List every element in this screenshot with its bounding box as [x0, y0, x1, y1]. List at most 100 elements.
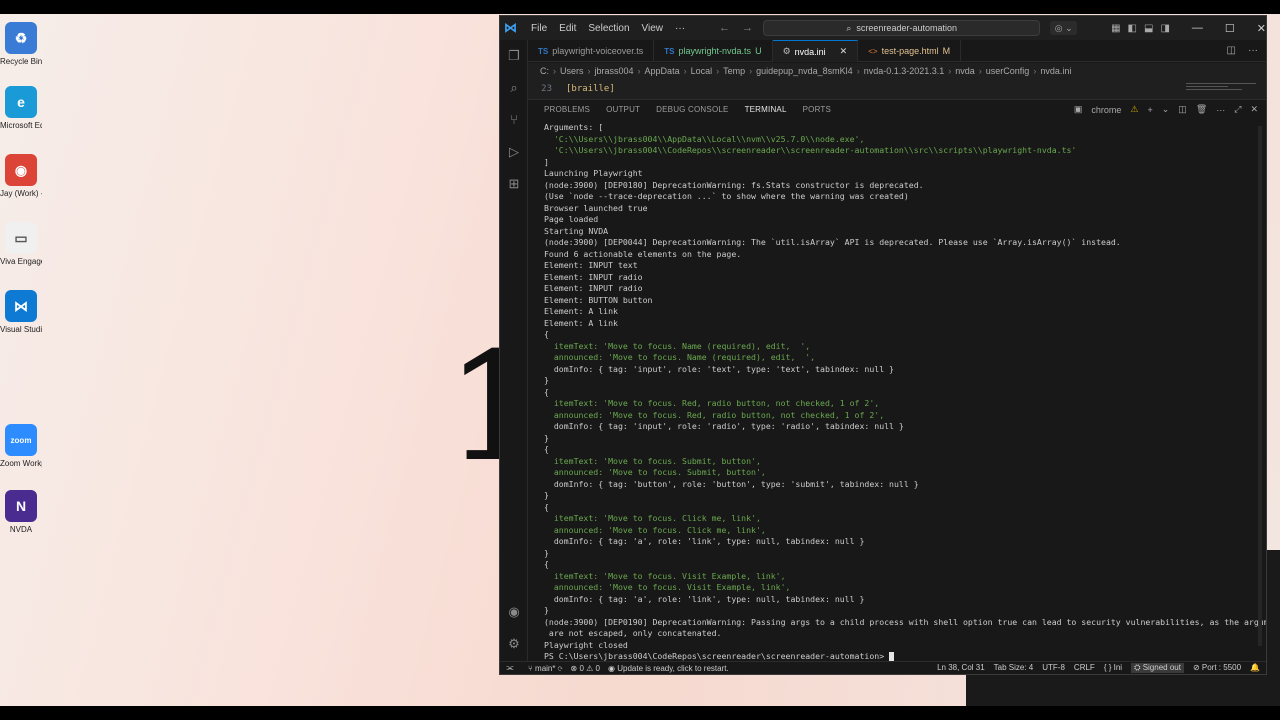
new-terminal-icon[interactable]: +	[1147, 105, 1152, 115]
breadcrumb-segment[interactable]: Temp	[723, 66, 745, 76]
breadcrumb-segment[interactable]: guidepup_nvda_8smKl4	[756, 66, 853, 76]
breadcrumb-separator-icon: ›	[553, 66, 556, 76]
tab-test-page[interactable]: <> test-page.html M	[858, 40, 962, 62]
split-editor-icon[interactable]: ◫	[1227, 45, 1236, 56]
desktop-icon-visual-studio-code[interactable]: ⋈ Visual Studio Code	[0, 290, 42, 334]
desktop-icon-microsoft-edge[interactable]: e Microsoft Edge	[0, 86, 42, 130]
manage-gear-icon[interactable]: ⚙	[506, 636, 522, 652]
layout-customize-icon[interactable]: ▦	[1111, 23, 1120, 34]
split-terminal-icon[interactable]: ◫	[1178, 104, 1187, 115]
desktop-icon-zoom[interactable]: zoom Zoom Workplace	[0, 424, 42, 468]
close-window-icon[interactable]: ✕	[1257, 22, 1266, 35]
branch-status[interactable]: ⑂ main* ⟳	[528, 664, 563, 673]
update-status[interactable]: ◉ Update is ready, click to restart.	[608, 664, 729, 673]
terminal-line: are not escaped, only concatenated.	[544, 628, 1266, 640]
maximize-icon[interactable]: ☐	[1225, 22, 1235, 35]
tab-debug-console[interactable]: DEBUG CONSOLE	[656, 100, 728, 120]
modified-badge: M	[942, 46, 951, 56]
back-arrow-icon[interactable]: ←	[719, 22, 730, 34]
encoding[interactable]: UTF-8	[1042, 663, 1065, 673]
minimize-icon[interactable]: —	[1192, 22, 1203, 35]
search-view-icon[interactable]: ⌕	[506, 80, 522, 96]
desktop-icon-viva-engage[interactable]: ▭ Viva Engage	[0, 222, 42, 266]
terminal-name[interactable]: chrome	[1091, 105, 1121, 115]
terminal-line: ]	[544, 157, 1266, 169]
terminal-scrollbar[interactable]	[1258, 126, 1262, 646]
menu-file[interactable]: File	[525, 23, 553, 34]
minimap[interactable]	[1186, 81, 1256, 95]
terminal-line-text: PS C:\Users\jbrass004\CodeRepos\screenre…	[544, 651, 890, 661]
vscode-window: ⋈ File Edit Selection View ··· ← → ⌕ scr…	[499, 15, 1267, 675]
copilot-icon[interactable]: ◎ ⌄	[1050, 21, 1078, 35]
account-status[interactable]: ⛭ Signed out	[1131, 663, 1184, 673]
maximize-panel-icon[interactable]: ⤢	[1234, 104, 1241, 115]
terminal-line: Launching Playwright	[544, 168, 1266, 180]
live-server-port[interactable]: ⊘ Port : 5500	[1193, 663, 1241, 673]
breadcrumb-separator-icon: ›	[716, 66, 720, 76]
command-center-search[interactable]: ⌕ screenreader-automation	[763, 20, 1041, 36]
problems-status[interactable]: ⊗ 0 ⚠ 0	[571, 664, 600, 673]
remote-icon[interactable]: ⫘	[500, 663, 520, 673]
terminal-output[interactable]: Arguments: [ 'C:\\Users\\jbrass004\\AppD…	[528, 119, 1266, 661]
toggle-panel-icon[interactable]: ⬓	[1144, 23, 1153, 34]
breadcrumb-segment[interactable]: AppData	[645, 66, 680, 76]
editor[interactable]: 23 [braille]	[528, 79, 1266, 99]
chevron-down-icon[interactable]: ⌄	[1162, 104, 1170, 115]
tab-label: test-page.html	[881, 46, 939, 56]
tab-size[interactable]: Tab Size: 4	[994, 663, 1034, 673]
close-panel-icon[interactable]: ✕	[1250, 104, 1258, 115]
breadcrumb-segment[interactable]: jbrass004	[595, 66, 634, 76]
toggle-secondary-sidebar-icon[interactable]: ◨	[1160, 23, 1169, 34]
letterbox-top	[0, 0, 1280, 14]
html-icon: <>	[868, 46, 878, 56]
terminal-line-text: announced: 'Move to focus. Name (require…	[544, 352, 816, 362]
terminal-line: itemText: 'Move to focus. Name (required…	[544, 341, 1266, 353]
tab-label: nvda.ini	[794, 46, 826, 57]
sync-icon[interactable]: ⟳	[558, 664, 563, 673]
viva-engage-icon: ▭	[5, 222, 37, 254]
explorer-icon[interactable]: ❐	[506, 48, 522, 64]
desktop-icon-nvda[interactable]: N NVDA	[0, 490, 42, 534]
search-text: screenreader-automation	[856, 23, 957, 33]
breadcrumb-segment[interactable]: nvda-0.1.3-2021.3.1	[864, 66, 945, 76]
more-actions-icon[interactable]: ···	[1248, 45, 1258, 56]
breadcrumb-segment[interactable]: userConfig	[986, 66, 1030, 76]
tab-terminal[interactable]: TERMINAL	[744, 100, 787, 120]
tab-problems[interactable]: PROBLEMS	[544, 100, 590, 120]
terminal-line-text: 'C:\\Users\\jbrass004\\AppData\\Local\\n…	[544, 133, 865, 144]
source-control-icon[interactable]: ⑂	[506, 112, 522, 128]
breadcrumb-segment[interactable]: Users	[560, 66, 584, 76]
breadcrumb-segment[interactable]: Local	[691, 66, 713, 76]
microsoft-edge-icon: e	[5, 86, 37, 118]
close-tab-icon[interactable]: ✕	[840, 46, 848, 57]
terminal-line: }	[544, 605, 1266, 617]
extensions-icon[interactable]: ⊞	[506, 176, 522, 192]
notifications-bell-icon[interactable]: 🔔	[1250, 663, 1260, 673]
menu-more[interactable]: ···	[669, 23, 691, 34]
menu-view[interactable]: View	[636, 23, 670, 34]
tab-playwright-nvda[interactable]: TS playwright-nvda.ts U	[654, 40, 773, 62]
terminal-line-text: Arguments: [	[544, 122, 604, 132]
terminal-line-text: }	[544, 547, 549, 558]
cursor-position[interactable]: Ln 38, Col 31	[937, 663, 985, 673]
tab-output[interactable]: OUTPUT	[606, 100, 640, 120]
menu-selection[interactable]: Selection	[582, 23, 635, 34]
desktop-icon-recycle-bin[interactable]: ♻ Recycle Bin	[0, 22, 42, 66]
breadcrumb-segment[interactable]: nvda.ini	[1040, 66, 1071, 76]
menu-edit[interactable]: Edit	[553, 23, 582, 34]
breadcrumb-segment[interactable]: C:	[540, 66, 549, 76]
account-icon[interactable]: ◉	[506, 604, 522, 620]
line-ending[interactable]: CRLF	[1074, 663, 1095, 673]
run-debug-icon[interactable]: ▷	[506, 144, 522, 160]
more-icon[interactable]: ···	[1216, 105, 1225, 115]
forward-arrow-icon[interactable]: →	[742, 22, 753, 34]
breadcrumb-segment[interactable]: nvda	[955, 66, 975, 76]
desktop-icon-chrome[interactable]: ◉ Jay (Work) - Chrome	[0, 154, 42, 198]
language-mode[interactable]: { } Ini	[1104, 663, 1122, 673]
tab-ports[interactable]: PORTS	[803, 100, 831, 120]
tab-nvda-ini[interactable]: ⚙ nvda.ini ✕	[772, 40, 859, 62]
visual-studio-code-icon: ⋈	[5, 290, 37, 322]
tab-playwright-voiceover[interactable]: TS playwright-voiceover.ts	[528, 40, 655, 62]
kill-terminal-icon[interactable]: 🗑	[1196, 104, 1207, 115]
toggle-sidebar-icon[interactable]: ◧	[1128, 23, 1137, 34]
